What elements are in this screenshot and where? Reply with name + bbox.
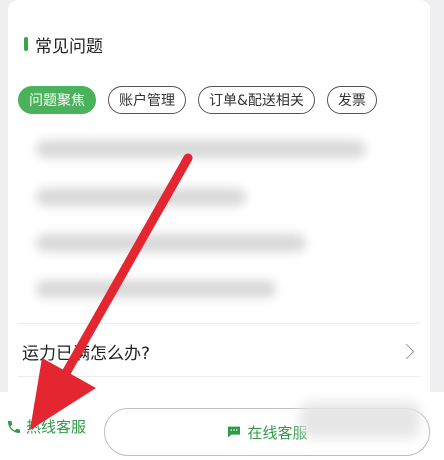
red-arrow-annotation — [30, 153, 193, 430]
app-screen: 常见问题 问题聚焦 账户管理 订单&配送相关 发票 运力已满怎么办? 热线客服 — [0, 0, 444, 460]
